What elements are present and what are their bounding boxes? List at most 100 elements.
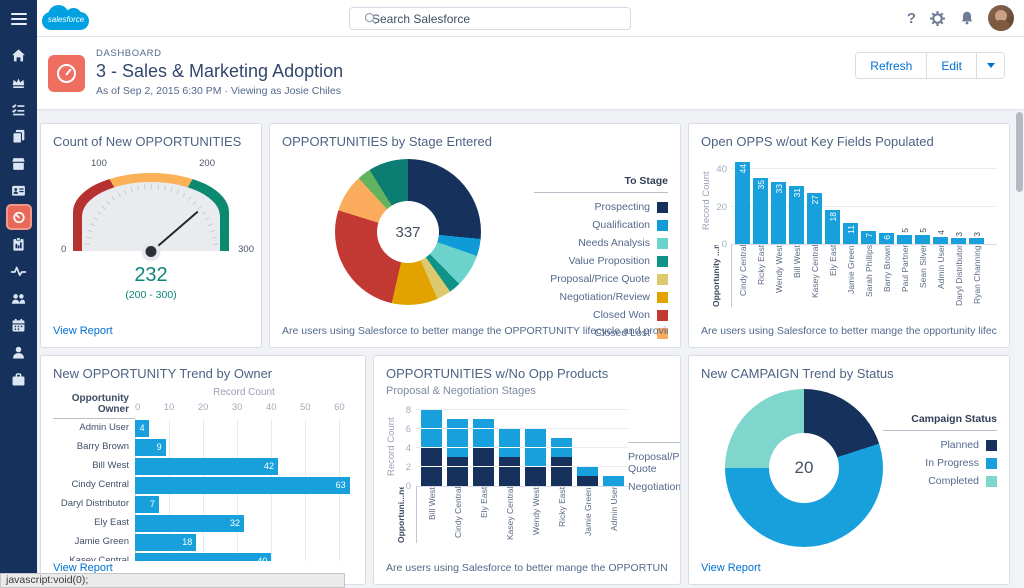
bar[interactable]: 33 <box>771 182 786 244</box>
legend-entry[interactable]: Negotiation/Review <box>534 291 668 303</box>
home-icon[interactable] <box>6 42 32 68</box>
legend-label: Needs Analysis <box>578 237 650 249</box>
dashboard-header: DASHBOARD 3 - Sales & Marketing Adoption… <box>37 37 1024 110</box>
bar-value-label: 5 <box>918 228 928 233</box>
stacked-bar[interactable] <box>603 476 624 486</box>
stacked-bar-chart[interactable]: Record Count02468Opportuni...nerBill Wes… <box>386 407 628 543</box>
tasks-icon[interactable] <box>6 96 32 122</box>
groups-icon[interactable] <box>6 285 32 311</box>
bar[interactable]: 3 <box>969 238 984 244</box>
gauge-range-label: (200 - 300) <box>125 289 176 301</box>
owner-trend-bar-chart[interactable]: Opportunity OwnerRecord Count01020304050… <box>53 387 353 561</box>
app-launcher-icon[interactable] <box>881 12 894 25</box>
accounts-store-icon[interactable] <box>6 150 32 176</box>
bar[interactable]: 42 <box>135 458 278 475</box>
legend-entry[interactable]: Prospecting <box>534 201 668 213</box>
campaign-donut-chart[interactable]: 20 <box>725 389 883 547</box>
bar[interactable]: 18 <box>135 534 196 551</box>
category-label-text: Ricky East <box>557 487 567 543</box>
category-label-text: Daryl Distributor <box>954 245 964 307</box>
legend-entry[interactable]: In Progress <box>883 457 997 469</box>
bar[interactable]: 40 <box>135 553 271 561</box>
legend-swatch <box>657 238 668 249</box>
bar[interactable]: 9 <box>135 439 166 456</box>
scrollbar-thumb[interactable] <box>1016 112 1023 192</box>
bar[interactable]: 5 <box>915 235 930 244</box>
bar-value-label: 40 <box>257 553 267 561</box>
card-title: OPPORTUNITIES w/No Opp Products <box>386 366 668 381</box>
bar[interactable]: 11 <box>843 223 858 244</box>
stacked-bar[interactable] <box>421 410 442 486</box>
legend-entry[interactable]: Needs Analysis <box>534 237 668 249</box>
stage-donut-chart[interactable]: 337 <box>335 159 481 305</box>
bar[interactable]: 44 <box>735 162 750 244</box>
plot-area: 4 9 42 63 7 32 18 40 <box>135 419 353 561</box>
bar-value-label: 32 <box>230 515 240 532</box>
search-input[interactable] <box>372 12 622 26</box>
legend-label: Prospecting <box>595 201 650 213</box>
contacts-card-icon[interactable] <box>6 177 32 203</box>
legend-entry[interactable]: Completed <box>883 475 997 487</box>
edit-button[interactable]: Edit <box>926 53 976 78</box>
bar[interactable]: 4 <box>135 420 149 437</box>
legend-entry[interactable]: Qualification <box>534 219 668 231</box>
reports-clipboard-icon[interactable] <box>6 231 32 257</box>
bar[interactable]: 4 <box>933 237 948 244</box>
legend-entry[interactable]: Planned <box>883 439 997 451</box>
gauge-chart[interactable]: 0100200300232(200 - 300) <box>53 173 249 301</box>
notifications-bell-icon[interactable] <box>959 10 975 26</box>
people-icon[interactable] <box>6 339 32 365</box>
files-icon[interactable] <box>6 123 32 149</box>
bar[interactable]: 32 <box>135 515 244 532</box>
stacked-bar[interactable] <box>473 419 494 486</box>
bar[interactable]: 35 <box>753 178 768 244</box>
legend-entry[interactable]: Negotiation/Review <box>628 481 681 493</box>
cases-briefcase-icon[interactable] <box>6 366 32 392</box>
stacked-plot-row: Record Count02468 <box>386 407 628 487</box>
calendar-icon[interactable] <box>6 312 32 338</box>
bar[interactable]: 5 <box>897 235 912 244</box>
category-label-text: Jamie Green <box>846 245 856 307</box>
bar-gridline-overlay <box>499 447 520 448</box>
stacked-bar[interactable] <box>525 429 546 486</box>
refresh-button[interactable]: Refresh <box>856 53 926 78</box>
bar-gridline-overlay <box>447 428 468 429</box>
stacked-bar[interactable] <box>499 429 520 486</box>
y-axis: Record Count02040 <box>701 157 731 245</box>
bar[interactable]: 7 <box>135 496 159 513</box>
more-actions-button[interactable] <box>976 53 1004 78</box>
bar-gridline-overlay <box>473 466 494 467</box>
legend-entry[interactable]: Proposal/Price Quote <box>628 451 681 475</box>
bar[interactable]: 7 <box>861 231 876 244</box>
segment-negotiation <box>525 429 546 467</box>
opportunities-crown-icon[interactable] <box>6 69 32 95</box>
bar[interactable]: 31 <box>789 186 804 244</box>
legend-entry[interactable]: Value Proposition <box>534 255 668 267</box>
legend-entry[interactable]: Closed Won <box>534 309 668 321</box>
dashboards-icon-active[interactable] <box>6 204 32 230</box>
setup-gear-icon[interactable] <box>929 10 946 27</box>
help-icon[interactable]: ? <box>907 10 916 27</box>
y-axis: Record Count02468 <box>386 407 416 487</box>
stacked-bar[interactable] <box>577 467 598 486</box>
bar[interactable]: 27 <box>807 193 822 244</box>
stacked-bar[interactable] <box>447 419 468 486</box>
feed-pulse-icon[interactable] <box>6 258 32 284</box>
gauge-dial: 0100200300 <box>73 173 229 251</box>
global-search[interactable] <box>349 7 631 30</box>
bar[interactable]: 63 <box>135 477 350 494</box>
category-label-text: Wendy West <box>774 245 784 307</box>
salesforce-logo[interactable]: salesforce <box>41 4 91 32</box>
user-avatar[interactable] <box>988 5 1014 31</box>
stacked-bar[interactable] <box>551 438 572 486</box>
bar[interactable]: 3 <box>951 238 966 244</box>
view-report-link[interactable]: View Report <box>53 325 249 337</box>
bar[interactable]: 6 <box>879 233 894 244</box>
open-opps-bar-chart[interactable]: Record Count02040443533312718117655433Op… <box>701 157 997 307</box>
x-tick-label: 30 <box>232 402 243 413</box>
view-report-link[interactable]: View Report <box>701 562 997 574</box>
legend-entry[interactable]: Proposal/Price Quote <box>534 273 668 285</box>
menu-icon[interactable] <box>11 10 27 28</box>
bar[interactable]: 18 <box>825 210 840 244</box>
footer-question: Are users using Salesforce to better man… <box>386 562 668 574</box>
